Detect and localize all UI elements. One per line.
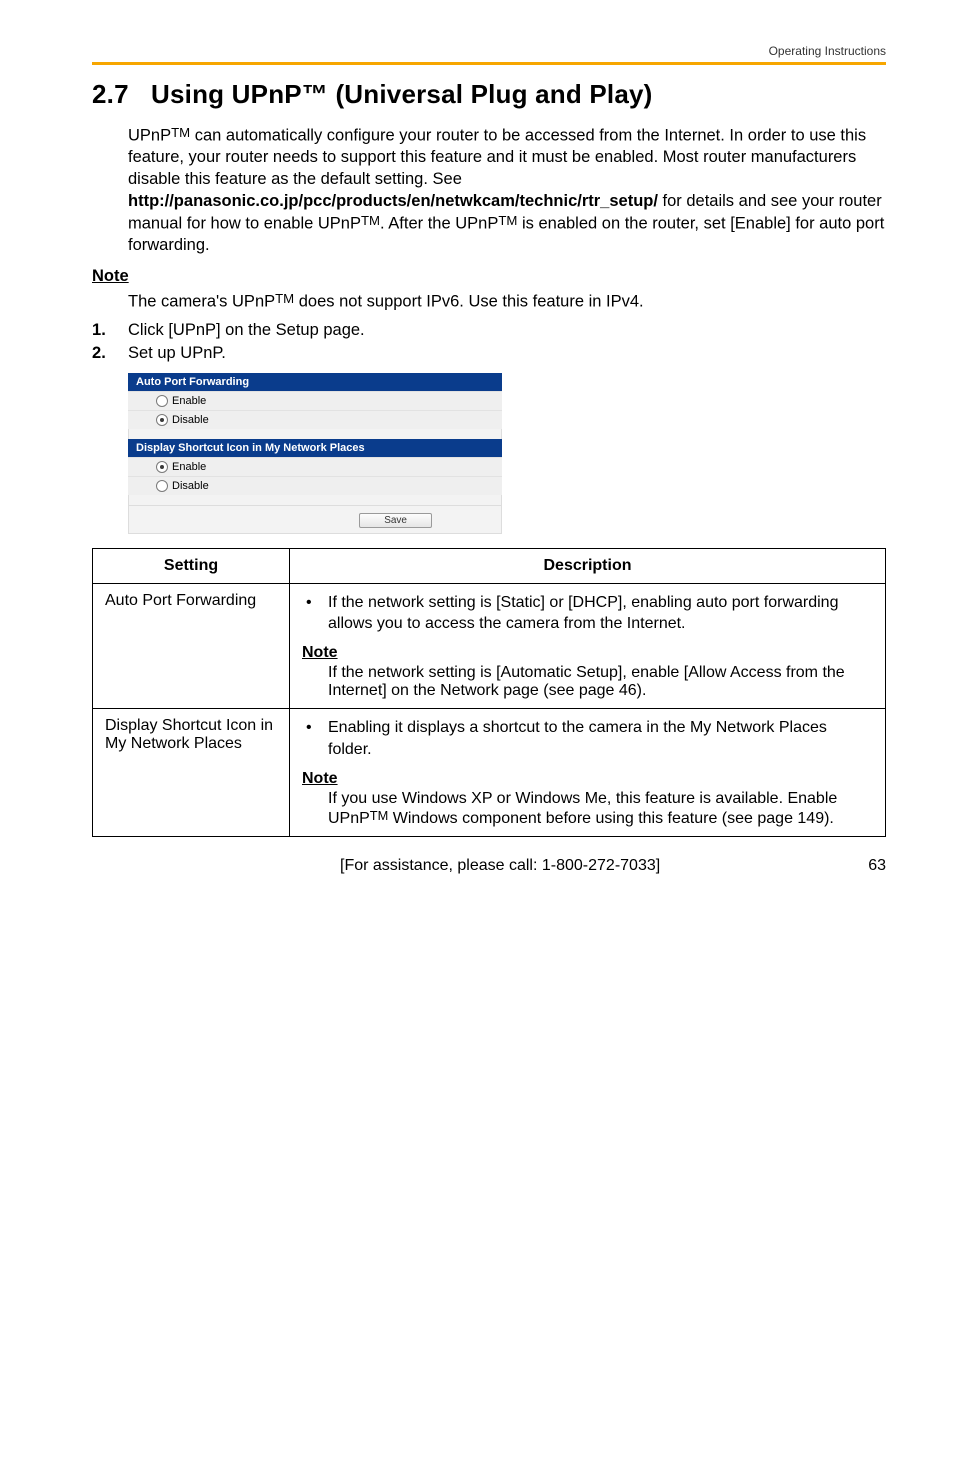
section-title: 2.7 Using UPnP™ (Universal Plug and Play…	[92, 79, 886, 110]
intro-text: . After the UPnP	[380, 215, 498, 233]
col-header-description: Description	[290, 549, 886, 584]
save-row: Save	[128, 505, 502, 534]
bullet-item: Enabling it displays a shortcut to the c…	[302, 717, 873, 759]
note-text-segment: Windows component before using this feat…	[388, 810, 834, 827]
radio-row-disable[interactable]: Disable	[128, 476, 502, 495]
running-head: Operating Instructions	[92, 44, 886, 58]
group-gap	[128, 495, 502, 505]
radio-icon-selected	[156, 414, 168, 426]
intro-text: UPnP	[128, 126, 171, 144]
step-item: Click [UPnP] on the Setup page.	[92, 321, 886, 340]
page-footer: [For assistance, please call: 1-800-272-…	[92, 857, 886, 875]
group-gap	[128, 429, 502, 439]
tm-mark: TM	[498, 213, 517, 228]
tm-mark: TM	[370, 808, 388, 823]
description-cell: If the network setting is [Static] or [D…	[290, 584, 886, 709]
radio-label: Disable	[172, 414, 209, 426]
tm-mark: TM	[171, 125, 190, 140]
radio-row-enable[interactable]: Enable	[128, 391, 502, 410]
page-number: 63	[868, 857, 886, 875]
bullet-item: If the network setting is [Static] or [D…	[302, 592, 873, 634]
section-number: 2.7	[92, 79, 129, 109]
note-text: If the network setting is [Automatic Set…	[328, 664, 873, 700]
note-heading: Note	[92, 267, 886, 286]
save-button[interactable]: Save	[359, 513, 432, 528]
tm-mark: TM	[361, 213, 380, 228]
setting-cell: Display Shortcut Icon in My Network Plac…	[93, 709, 290, 836]
auto-port-forwarding-group: Auto Port Forwarding Enable Disable	[128, 373, 502, 429]
radio-label: Enable	[172, 395, 206, 407]
note-text-segment: does not support IPv6. Use this feature …	[294, 292, 643, 310]
note-heading: Note	[302, 770, 873, 788]
table-row: Display Shortcut Icon in My Network Plac…	[93, 709, 886, 836]
group-header: Display Shortcut Icon in My Network Plac…	[128, 439, 502, 457]
tm-mark: TM	[275, 291, 294, 306]
header-rule	[92, 62, 886, 65]
intro-text: can automatically configure your router …	[128, 126, 866, 188]
assistance-line: [For assistance, please call: 1-800-272-…	[340, 857, 660, 875]
radio-icon-selected	[156, 461, 168, 473]
display-shortcut-group: Display Shortcut Icon in My Network Plac…	[128, 439, 502, 495]
radio-row-enable[interactable]: Enable	[128, 457, 502, 476]
intro-paragraph: UPnPTM can automatically configure your …	[128, 124, 886, 257]
note-text: If you use Windows XP or Windows Me, thi…	[328, 790, 873, 828]
section-heading-text: Using UPnP™ (Universal Plug and Play)	[151, 79, 653, 109]
radio-icon	[156, 480, 168, 492]
col-header-setting: Setting	[93, 549, 290, 584]
radio-icon	[156, 395, 168, 407]
group-header: Auto Port Forwarding	[128, 373, 502, 391]
upnp-settings-screenshot: Auto Port Forwarding Enable Disable Disp…	[128, 373, 502, 534]
radio-row-disable[interactable]: Disable	[128, 410, 502, 429]
table-row: Auto Port Forwarding If the network sett…	[93, 584, 886, 709]
reference-url: http://panasonic.co.jp/pcc/products/en/n…	[128, 192, 658, 210]
step-item: Set up UPnP.	[92, 344, 886, 363]
description-cell: Enabling it displays a shortcut to the c…	[290, 709, 886, 836]
note-text-segment: The camera's UPnP	[128, 292, 275, 310]
note-heading: Note	[302, 644, 873, 662]
settings-table: Setting Description Auto Port Forwarding…	[92, 548, 886, 837]
radio-label: Enable	[172, 461, 206, 473]
setting-cell: Auto Port Forwarding	[93, 584, 290, 709]
steps-list: Click [UPnP] on the Setup page. Set up U…	[92, 321, 886, 363]
page: Operating Instructions 2.7 Using UPnP™ (…	[0, 0, 954, 919]
note-text: The camera's UPnPTM does not support IPv…	[128, 290, 886, 313]
radio-label: Disable	[172, 480, 209, 492]
table-header-row: Setting Description	[93, 549, 886, 584]
